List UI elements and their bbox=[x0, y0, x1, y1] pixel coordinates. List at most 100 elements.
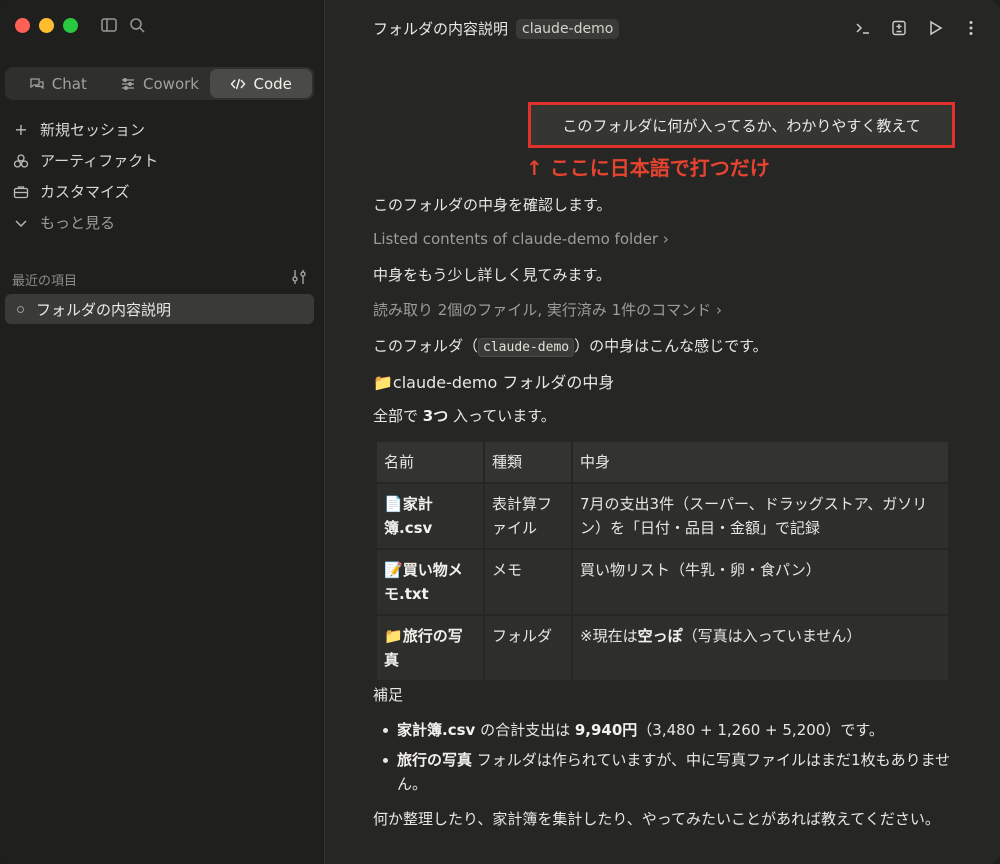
file-icon: 📄 bbox=[384, 495, 403, 513]
notes-heading: 補足 bbox=[373, 686, 404, 704]
table-cell: 7月の支出3件（スーパー、ドラッグストア、ガソリン）を「日付・品目・金額」で記録 bbox=[573, 484, 948, 548]
assistant-line: 全部で 3つ 入っています。 bbox=[373, 405, 556, 426]
table-header-row: 名前 種類 中身 bbox=[377, 442, 948, 482]
folder-icon: 📁 bbox=[373, 373, 393, 392]
play-icon[interactable] bbox=[926, 19, 944, 37]
mode-switch: Chat Cowork Code bbox=[5, 67, 314, 100]
text-segment: このフォルダ（ bbox=[373, 337, 479, 355]
list-item: 家計簿.csv の合計支出は 9,940円（3,480 + 1,260 + 5,… bbox=[373, 718, 963, 742]
sidebar-item-customize[interactable]: カスタマイズ bbox=[12, 181, 130, 202]
sidebar-item-label: カスタマイズ bbox=[40, 183, 130, 201]
briefcase-icon bbox=[12, 183, 30, 201]
table-header: 種類 bbox=[485, 442, 571, 482]
tab-cowork-label: Cowork bbox=[143, 74, 199, 93]
more-vertical-icon[interactable] bbox=[962, 19, 980, 37]
sidebar: Chat Cowork Code + 新規セッション アーティファクト カスタマ… bbox=[0, 0, 325, 864]
table-row: 📁旅行の写真 フォルダ ※現在は空っぽ（写真は入っていません） bbox=[377, 616, 948, 680]
sidebar-item-label: 新規セッション bbox=[40, 121, 146, 139]
text-segment: の合計支出は bbox=[475, 721, 575, 739]
close-window-button[interactable] bbox=[15, 18, 30, 33]
table-row: 📄家計簿.csv 表計算ファイル 7月の支出3件（スーパー、ドラッグストア、ガソ… bbox=[377, 484, 948, 548]
session-status-icon bbox=[17, 305, 24, 313]
terminal-icon[interactable] bbox=[854, 19, 872, 37]
text-segment: 全部で bbox=[373, 407, 423, 425]
assistant-closing: 何か整理したり、家計簿を集計したり、やってみたいことがあれば教えてください。 bbox=[373, 810, 940, 828]
table-cell: 📁旅行の写真 bbox=[377, 616, 483, 680]
sidebar-item-new-session[interactable]: + 新規セッション bbox=[12, 119, 145, 140]
table-header: 中身 bbox=[573, 442, 948, 482]
folder-icon: 📁 bbox=[384, 627, 403, 645]
chevron-right-icon: › bbox=[662, 230, 669, 248]
files-table: 名前 種類 中身 📄家計簿.csv 表計算ファイル 7月の支出3件（スーパー、ド… bbox=[375, 440, 950, 682]
chat-bubbles-icon bbox=[30, 77, 44, 89]
assistant-line: 中身をもう少し詳しく見てみます。 bbox=[373, 266, 612, 284]
bold-text: 旅行の写真 bbox=[397, 751, 473, 769]
annotation-label: ↑ ここに日本語で打つだけ bbox=[526, 156, 770, 180]
notes-list: 家計簿.csv の合計支出は 9,940円（3,480 + 1,260 + 5,… bbox=[373, 718, 963, 802]
tool-call-label: Listed contents of claude-demo folder bbox=[373, 230, 659, 248]
table-row: 📝買い物メモ.txt メモ 買い物リスト（牛乳・卵・食パン） bbox=[377, 550, 948, 614]
tab-cowork[interactable]: Cowork bbox=[109, 69, 211, 98]
table-cell: フォルダ bbox=[485, 616, 571, 680]
section-heading: 📁claude-demo フォルダの中身 bbox=[373, 369, 614, 393]
text-segment: フォルダは作られていますが、中に写真ファイルはまだ1枚もありません。 bbox=[397, 751, 951, 793]
recent-item[interactable]: フォルダの内容説明 bbox=[5, 294, 314, 324]
project-chip[interactable]: claude-demo bbox=[516, 18, 620, 39]
tab-code-label: Code bbox=[253, 74, 292, 93]
search-icon[interactable] bbox=[128, 16, 146, 34]
cowork-sliders-icon bbox=[122, 77, 135, 90]
list-item: 旅行の写真 フォルダは作られていますが、中に写真ファイルはまだ1枚もありません。 bbox=[373, 748, 963, 796]
tool-call-summary[interactable]: Listed contents of claude-demo folder › bbox=[373, 230, 669, 248]
main-pane: フォルダの内容説明 claude-demo このフォルダに何が入ってるか、わかり… bbox=[326, 0, 1000, 864]
tab-code[interactable]: Code bbox=[210, 69, 313, 98]
sidebar-item-artifacts[interactable]: アーティファクト bbox=[12, 150, 158, 171]
plus-icon: + bbox=[14, 120, 28, 139]
table-cell: ※現在は空っぽ（写真は入っていません） bbox=[573, 616, 948, 680]
text-segment: ）の中身はこんな感じです。 bbox=[574, 337, 768, 355]
recent-section-label: 最近の項目 bbox=[12, 274, 78, 289]
memo-icon: 📝 bbox=[384, 561, 403, 579]
maximize-window-button[interactable] bbox=[63, 18, 78, 33]
app-window: Chat Cowork Code + 新規セッション アーティファクト カスタマ… bbox=[0, 0, 1000, 864]
window-controls bbox=[15, 18, 78, 33]
recent-item-label: フォルダの内容説明 bbox=[36, 300, 172, 319]
heading-text: claude-demo フォルダの中身 bbox=[392, 373, 615, 392]
text-segment: （写真は入っていません） bbox=[682, 627, 862, 645]
chevron-down-icon bbox=[12, 214, 30, 232]
page-title: フォルダの内容説明 bbox=[373, 20, 509, 38]
table-cell: 表計算ファイル bbox=[485, 484, 571, 548]
text-segment: （3,480 + 1,260 + 5,200）です。 bbox=[637, 721, 884, 739]
bold-text: 空っぽ bbox=[637, 627, 683, 645]
tab-chat[interactable]: Chat bbox=[7, 69, 109, 98]
text-segment: 入っています。 bbox=[448, 407, 556, 425]
minimize-window-button[interactable] bbox=[39, 18, 54, 33]
filter-icon[interactable] bbox=[290, 268, 308, 286]
user-message: このフォルダに何が入ってるか、わかりやすく教えて bbox=[528, 102, 955, 148]
table-cell: 📄家計簿.csv bbox=[377, 484, 483, 548]
sidebar-item-label: もっと見る bbox=[40, 214, 116, 232]
table-cell: 買い物リスト（牛乳・卵・食パン） bbox=[573, 550, 948, 614]
assistant-line: このフォルダ（ claude-demo ）の中身はこんな感じです。 bbox=[373, 335, 768, 357]
inline-code: claude-demo bbox=[478, 338, 575, 357]
sidebar-item-more[interactable]: もっと見る bbox=[12, 212, 115, 233]
table-header: 名前 bbox=[377, 442, 483, 482]
sidebar-toggle-icon[interactable] bbox=[100, 16, 118, 34]
bold-text: 3つ bbox=[422, 407, 449, 425]
bold-text: 9,940円 bbox=[574, 721, 638, 739]
assistant-line: このフォルダの中身を確認します。 bbox=[373, 196, 612, 214]
artifact-shapes-icon bbox=[12, 152, 30, 170]
table-cell: 📝買い物メモ.txt bbox=[377, 550, 483, 614]
tool-call-label: 読み取り 2個のファイル, 実行済み 1件のコマンド bbox=[373, 301, 712, 319]
tab-chat-label: Chat bbox=[51, 74, 87, 93]
chevron-right-icon: › bbox=[715, 301, 722, 319]
header-actions bbox=[854, 19, 980, 37]
text-segment: ※現在は bbox=[580, 627, 638, 645]
tool-call-summary[interactable]: 読み取り 2個のファイル, 実行済み 1件のコマンド › bbox=[373, 299, 722, 320]
diff-icon[interactable] bbox=[890, 19, 908, 37]
sidebar-item-label: アーティファクト bbox=[40, 152, 159, 170]
table-cell: メモ bbox=[485, 550, 571, 614]
session-header: フォルダの内容説明 claude-demo bbox=[373, 18, 620, 39]
user-message-text: このフォルダに何が入ってるか、わかりやすく教えて bbox=[562, 116, 921, 135]
bold-text: 家計簿.csv bbox=[397, 721, 476, 739]
code-brackets-icon bbox=[231, 78, 246, 89]
